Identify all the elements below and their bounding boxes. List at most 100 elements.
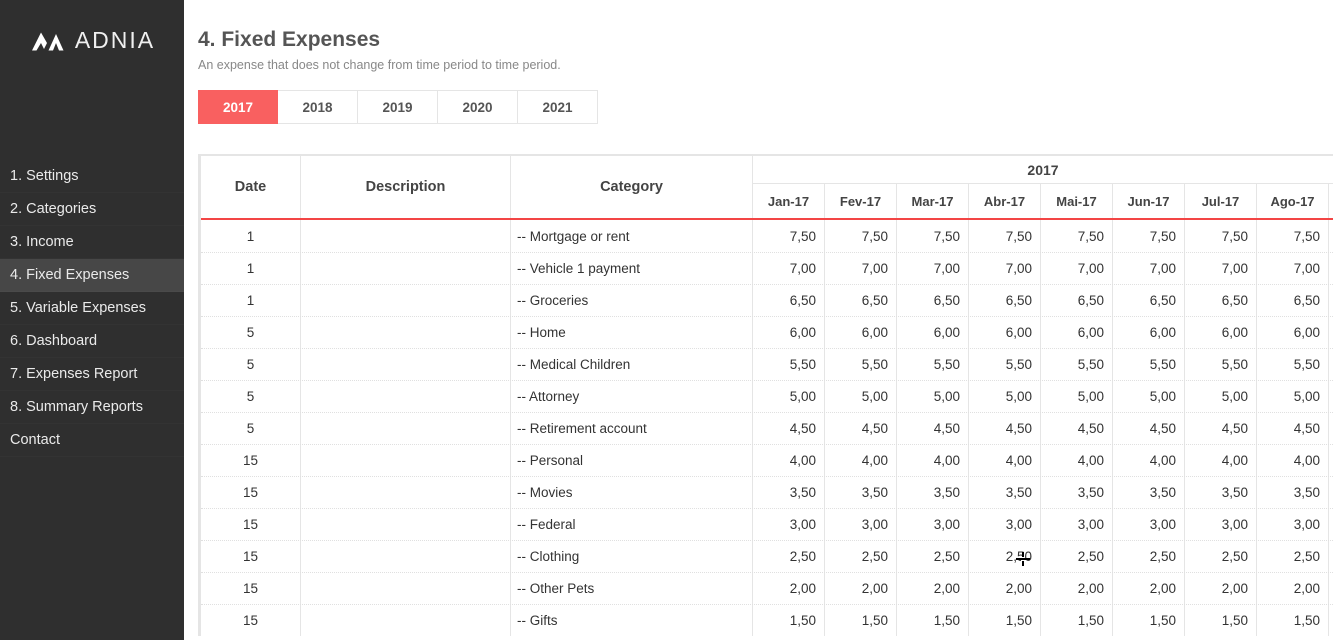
cell-value[interactable]: 7,00 [969,253,1041,284]
cell-value[interactable]: 2,50 [969,541,1041,572]
cell-value[interactable]: 5,00 [969,381,1041,412]
cell-value[interactable]: 6,50 [969,285,1041,316]
cell-category[interactable]: -- Vehicle 1 payment [511,253,753,284]
cell-value[interactable]: 2,50 [1185,541,1257,572]
cell-value[interactable]: 6,50 [1257,285,1329,316]
cell-value[interactable]: 4,00 [1041,445,1113,476]
sidebar-item-6-dashboard[interactable]: 6. Dashboard [0,325,184,358]
cell-value[interactable]: 5,00 [897,381,969,412]
cell-value[interactable]: 3,50 [1113,477,1185,508]
cell-value[interactable]: 7,00 [753,253,825,284]
cell-value[interactable]: 7,00 [1113,253,1185,284]
cell-date[interactable]: 15 [201,445,301,476]
cell-category[interactable]: -- Personal [511,445,753,476]
cell-value[interactable]: 1,50 [825,605,897,636]
cell-description[interactable] [301,349,511,380]
cell-value[interactable]: 7,00 [825,253,897,284]
cell-value[interactable]: 3,00 [1113,509,1185,540]
cell-description[interactable] [301,509,511,540]
cell-value[interactable]: 2,00 [1113,573,1185,604]
cell-value[interactable]: 3,50 [897,477,969,508]
cell-value[interactable]: 1,50 [969,605,1041,636]
cell-value[interactable]: 5,00 [1041,381,1113,412]
cell-date[interactable]: 5 [201,381,301,412]
cell-value[interactable]: 5,00 [825,381,897,412]
year-tab-2018[interactable]: 2018 [278,90,358,124]
cell-value[interactable]: 6,50 [1113,285,1185,316]
cell-description[interactable] [301,381,511,412]
cell-date[interactable]: 15 [201,605,301,636]
cell-category[interactable]: -- Other Pets [511,573,753,604]
sidebar-item-1-settings[interactable]: 1. Settings [0,160,184,193]
cell-value[interactable]: 4,00 [825,445,897,476]
cell-description[interactable] [301,477,511,508]
cell-value[interactable]: 1,50 [897,605,969,636]
cell-value[interactable]: 6,50 [1041,285,1113,316]
cell-date[interactable]: 1 [201,220,301,252]
cell-value[interactable]: 5,00 [1113,381,1185,412]
cell-value[interactable]: 7,00 [1041,253,1113,284]
cell-value[interactable]: 2,50 [1257,541,1329,572]
cell-category[interactable]: -- Clothing [511,541,753,572]
cell-description[interactable] [301,541,511,572]
sidebar-item-8-summary-reports[interactable]: 8. Summary Reports [0,391,184,424]
cell-category[interactable]: -- Retirement account [511,413,753,444]
cell-value[interactable]: 6,00 [753,317,825,348]
cell-value[interactable]: 1,50 [1041,605,1113,636]
cell-value[interactable]: 3,50 [825,477,897,508]
cell-value[interactable]: 5,00 [753,381,825,412]
sidebar-item-3-income[interactable]: 3. Income [0,226,184,259]
cell-value[interactable]: 3,50 [969,477,1041,508]
cell-value[interactable]: 4,50 [1257,413,1329,444]
cell-value[interactable]: 3,00 [969,509,1041,540]
cell-value[interactable]: 1,50 [1257,605,1329,636]
cell-value[interactable]: 5,50 [969,349,1041,380]
cell-value[interactable]: 3,00 [825,509,897,540]
cell-value[interactable]: 4,00 [753,445,825,476]
cell-date[interactable]: 15 [201,477,301,508]
cell-value[interactable]: 6,50 [1185,285,1257,316]
cell-value[interactable]: 3,50 [1041,477,1113,508]
cell-value[interactable]: 4,00 [897,445,969,476]
cell-value[interactable]: 7,50 [753,220,825,252]
cell-value[interactable]: 2,50 [825,541,897,572]
cell-value[interactable]: 7,00 [897,253,969,284]
cell-value[interactable]: 4,00 [1257,445,1329,476]
cell-value[interactable]: 6,00 [1041,317,1113,348]
cell-value[interactable]: 3,00 [1185,509,1257,540]
cell-value[interactable]: 7,00 [1185,253,1257,284]
sidebar-item-2-categories[interactable]: 2. Categories [0,193,184,226]
cell-value[interactable]: 6,00 [969,317,1041,348]
cell-value[interactable]: 2,50 [1113,541,1185,572]
cell-value[interactable]: 4,50 [1185,413,1257,444]
cell-description[interactable] [301,317,511,348]
cell-value[interactable]: 5,00 [1185,381,1257,412]
cell-description[interactable] [301,253,511,284]
cell-category[interactable]: -- Medical Children [511,349,753,380]
cell-value[interactable]: 4,50 [753,413,825,444]
cell-value[interactable]: 2,00 [1185,573,1257,604]
year-tab-2019[interactable]: 2019 [358,90,438,124]
cell-value[interactable]: 3,00 [1257,509,1329,540]
cell-value[interactable]: 3,50 [1185,477,1257,508]
cell-value[interactable]: 7,50 [1257,220,1329,252]
cell-value[interactable]: 3,00 [897,509,969,540]
cell-value[interactable]: 4,50 [825,413,897,444]
cell-value[interactable]: 4,00 [1185,445,1257,476]
cell-value[interactable]: 6,00 [825,317,897,348]
cell-value[interactable]: 5,50 [1185,349,1257,380]
cell-value[interactable]: 2,50 [897,541,969,572]
cell-value[interactable]: 4,50 [969,413,1041,444]
cell-value[interactable]: 3,50 [753,477,825,508]
cell-date[interactable]: 5 [201,349,301,380]
cell-value[interactable]: 5,50 [825,349,897,380]
cell-value[interactable]: 4,00 [1113,445,1185,476]
cell-value[interactable]: 5,50 [753,349,825,380]
cell-value[interactable]: 6,50 [897,285,969,316]
cell-date[interactable]: 5 [201,413,301,444]
year-tab-2020[interactable]: 2020 [438,90,518,124]
cell-value[interactable]: 3,50 [1257,477,1329,508]
cell-value[interactable]: 4,50 [897,413,969,444]
cell-value[interactable]: 3,00 [1041,509,1113,540]
cell-value[interactable]: 5,00 [1257,381,1329,412]
